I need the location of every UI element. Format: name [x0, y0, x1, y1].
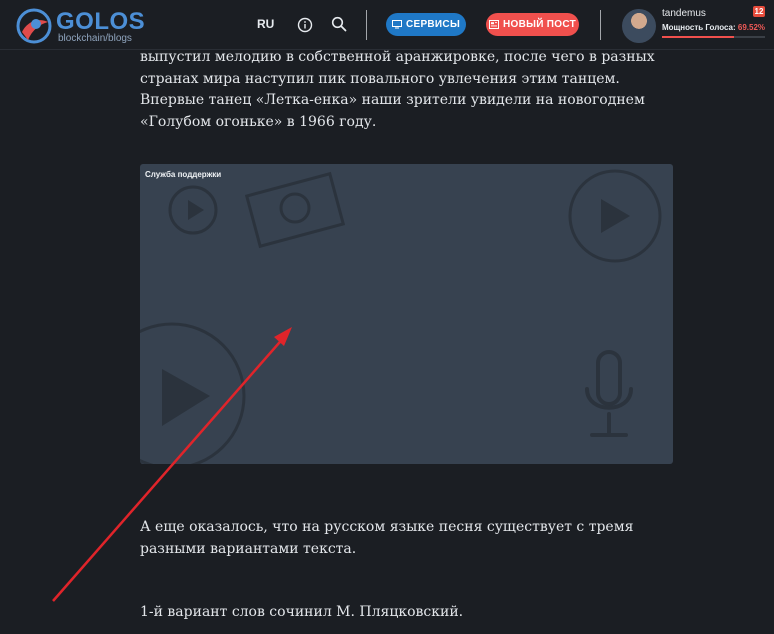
header-divider — [366, 10, 367, 40]
monitor-icon — [391, 20, 402, 29]
header-divider — [600, 10, 601, 40]
voting-power-bar — [662, 36, 765, 38]
newspaper-icon — [488, 20, 499, 29]
article-paragraph: 1-й вариант слов сочинил М. Пляцковский. — [140, 604, 464, 620]
brand-tagline: blockchain/blogs — [58, 33, 132, 44]
voting-power-value: 69.52% — [737, 23, 766, 32]
top-header: GOLOS blockchain/blogs RU СЕРВИСЫ НОВЫЙ … — [0, 0, 774, 50]
video-title[interactable]: Служба поддержки — [145, 170, 221, 179]
language-switch[interactable]: RU — [257, 17, 274, 31]
services-label: СЕРВИСЫ — [405, 19, 461, 30]
article-paragraph: выпустил мелодию в собственной аранжиров… — [140, 47, 680, 133]
services-button[interactable]: СЕРВИСЫ — [386, 13, 466, 36]
search-icon[interactable] — [331, 16, 347, 32]
article-paragraph: А еще оказалось, что на русском языке пе… — [140, 519, 634, 557]
voting-power: Мощность Голоса: 69.52% — [662, 23, 765, 32]
golos-logo[interactable]: GOLOS blockchain/blogs — [14, 6, 145, 46]
user-avatar[interactable] — [622, 9, 656, 43]
new-post-button[interactable]: НОВЫЙ ПОСТ — [486, 13, 579, 36]
username[interactable]: tandemus — [662, 8, 706, 19]
article-text: выпустил мелодию в собственной аранжиров… — [140, 49, 655, 87]
notifications-badge[interactable]: 12 — [753, 6, 765, 17]
article-text: Впервые танец «Летка-енка» наши зрители … — [140, 92, 645, 130]
new-post-label: НОВЫЙ ПОСТ — [502, 19, 577, 30]
voting-power-label: Мощность Голоса: — [662, 23, 736, 32]
embedded-video[interactable]: Служба поддержки — [140, 164, 673, 464]
video-placeholder-illustration — [140, 169, 662, 464]
voting-power-bar-fill — [662, 36, 734, 38]
golos-logo-icon — [16, 8, 52, 44]
info-icon[interactable] — [297, 17, 313, 33]
brand-name: GOLOS — [56, 8, 146, 35]
